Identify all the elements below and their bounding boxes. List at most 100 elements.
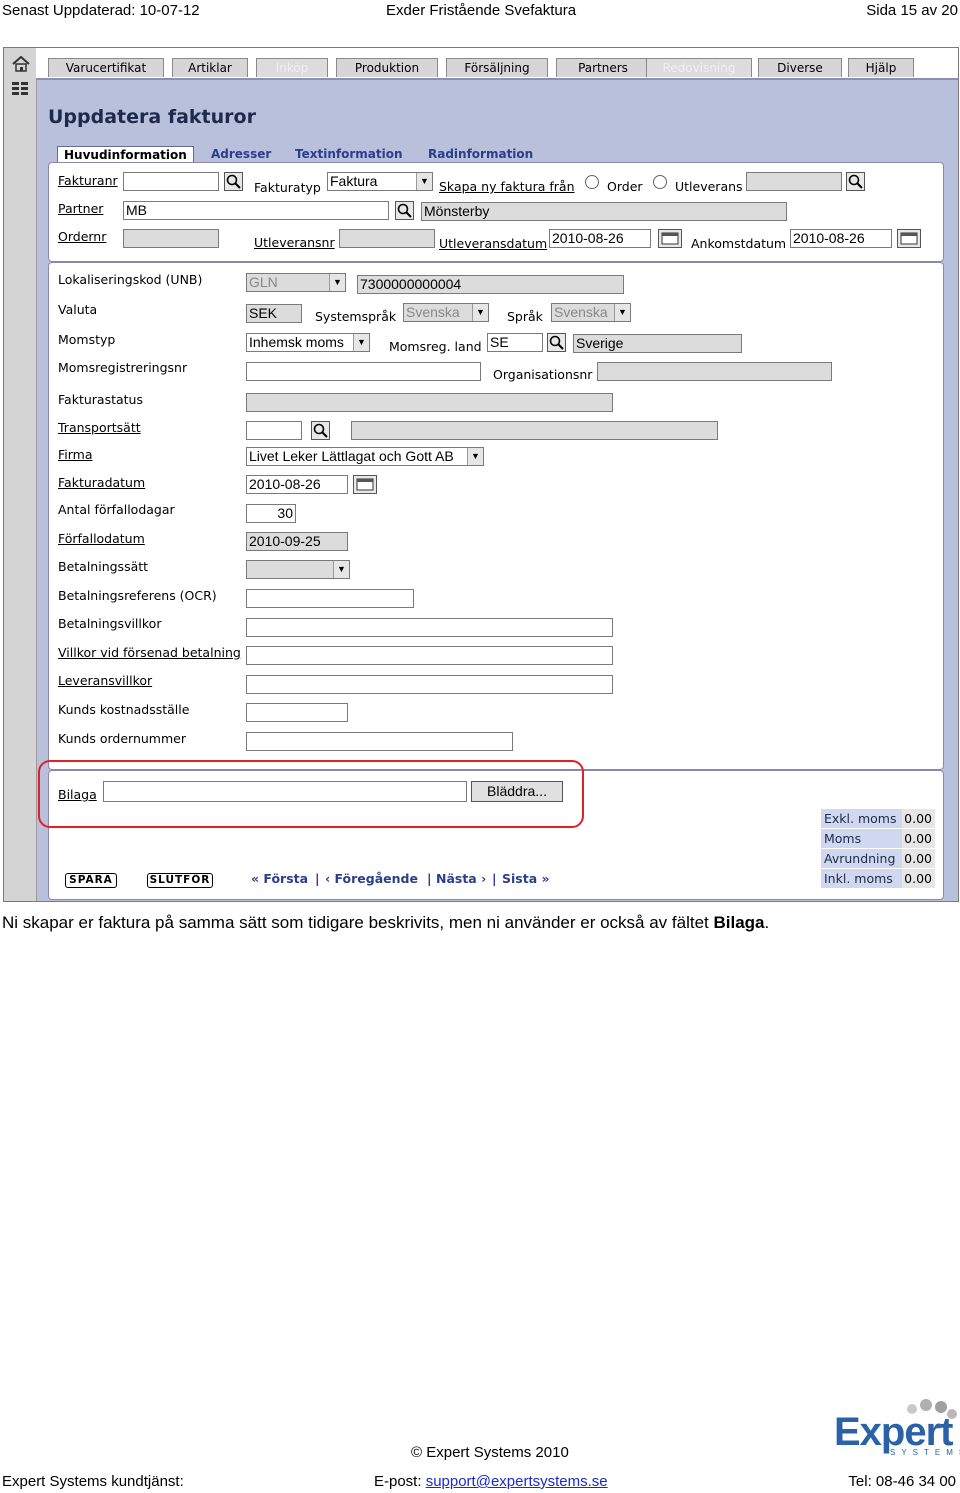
pager-prev[interactable]: ‹ Föregående (325, 871, 418, 886)
ankomstdatum-input[interactable]: 2010-08-26 (790, 229, 892, 248)
systemsprak-value: Svenska (406, 304, 460, 320)
label-systemsprak: Systemspråk (315, 309, 397, 324)
calendar-icon[interactable] (658, 229, 682, 248)
label-antal-forfallodagar: Antal förfallodagar (58, 502, 175, 517)
label-ankomstdatum: Ankomstdatum (691, 236, 787, 251)
page-header-center: Exder Fristående Svefaktura (386, 2, 577, 19)
email-label: E-post: (374, 1473, 426, 1490)
tab-radinformation[interactable]: Radinformation (422, 146, 539, 162)
nav-diverse[interactable]: Diverse (758, 58, 842, 77)
partner-input[interactable]: MB (123, 201, 389, 220)
betalningssatt-select: ▼ (246, 560, 350, 579)
label-order: Order (607, 179, 643, 194)
caption-text: Ni skapar er faktura på samma sätt som t… (2, 913, 714, 932)
transportsatt-name (351, 421, 718, 440)
nav-forsaljning[interactable]: Försäljning (446, 58, 548, 77)
utleveransdatum-input[interactable]: 2010-08-26 (549, 229, 651, 248)
search-icon[interactable] (547, 333, 566, 352)
momsreg-land-input[interactable]: SE (487, 333, 543, 352)
leveransvillkor-input[interactable] (246, 675, 613, 694)
fakturastatus-field (246, 393, 613, 412)
nav-varucertifikat[interactable]: Varucertifikat (48, 58, 164, 77)
fakturatyp-select[interactable]: Faktura ▼ (327, 172, 433, 191)
support-label: Expert Systems kundtjänst: (2, 1473, 184, 1490)
radio-order[interactable] (585, 175, 599, 189)
home-icon[interactable] (12, 55, 30, 77)
label-betalningssatt: Betalningssätt (58, 559, 149, 574)
label-fakturatyp: Fakturatyp (254, 180, 321, 195)
label-momsregistreringsnr: Momsregistreringsnr (58, 360, 188, 375)
label-ordernr: Ordernr (58, 229, 107, 244)
firma-select[interactable]: Livet Leker Lättlagat och Gott AB ▼ (246, 447, 484, 466)
caption-bold: Bilaga (713, 913, 765, 932)
spara-button[interactable]: SPARA (65, 873, 117, 888)
transportsatt-input[interactable] (246, 421, 302, 440)
label-valuta: Valuta (58, 302, 98, 317)
pager-separator: | (427, 871, 432, 886)
bilaga-highlight (38, 760, 584, 828)
search-icon[interactable] (395, 201, 414, 220)
label-kunds-ordernummer: Kunds ordernummer (58, 731, 186, 746)
page-title: Uppdatera fakturor (48, 106, 256, 128)
search-icon[interactable] (311, 421, 330, 440)
pager-first[interactable]: « Första (251, 871, 308, 886)
label-fakturastatus: Fakturastatus (58, 392, 143, 407)
nav-produktion[interactable]: Produktion (336, 58, 438, 77)
chevron-down-icon: ▼ (416, 173, 432, 190)
tab-adresser[interactable]: Adresser (205, 146, 277, 162)
partner-name-field: Mönsterby (421, 202, 787, 221)
menu-icon[interactable] (12, 82, 28, 101)
pager-separator: | (492, 871, 497, 886)
email-link[interactable]: support@expertsystems.se (426, 1473, 608, 1490)
valuta-field: SEK (246, 304, 302, 323)
nav-artiklar[interactable]: Artiklar (172, 58, 248, 77)
summary-value: 0.00 (902, 809, 935, 828)
fakturanr-input[interactable] (123, 172, 219, 191)
momstyp-select[interactable]: Inhemsk moms ▼ (246, 333, 370, 352)
betalningsvillkor-input[interactable] (246, 618, 613, 637)
label-utleverans: Utleverans (675, 179, 743, 194)
chevron-down-icon: ▼ (472, 304, 488, 321)
fakturadatum-input[interactable]: 2010-08-26 (246, 475, 348, 494)
expert-systems-logo: Expert SYSTEMS (834, 1398, 960, 1458)
nav-hjalp[interactable]: Hjälp (848, 58, 914, 77)
left-toolbar (4, 48, 37, 901)
caption-end: . (764, 913, 770, 932)
search-icon[interactable] (846, 172, 865, 191)
momstyp-value: Inhemsk moms (249, 334, 344, 350)
label-utleveransnr: Utleveransnr (254, 235, 335, 250)
tab-huvudinformation[interactable]: Huvudinformation (57, 146, 194, 163)
label-sprak: Språk (507, 309, 543, 324)
momsreg-land-name: Sverige (573, 334, 742, 353)
calendar-icon[interactable] (353, 475, 377, 494)
search-icon[interactable] (224, 172, 243, 191)
summary-value: 0.00 (902, 849, 935, 868)
slutfor-button[interactable]: SLUTFÖR (147, 873, 213, 888)
header-panel: Fakturanr Fakturatyp Faktura ▼ Skapa ny f… (48, 162, 944, 262)
utleverans-input[interactable] (746, 172, 842, 191)
villkor-forsenad-input[interactable] (246, 646, 613, 665)
label-skapa-ny-faktura: Skapa ny faktura från (439, 179, 575, 194)
lokaliseringskod-code: 7300000000004 (357, 275, 624, 294)
summary-value: 0.00 (902, 869, 935, 888)
tab-textinformation[interactable]: Textinformation (289, 146, 408, 162)
page-header-right: Sida 15 av 20 (866, 2, 958, 19)
kunds-ordernummer-input[interactable] (246, 732, 513, 751)
pager-next[interactable]: Nästa › (436, 871, 486, 886)
radio-utleverans[interactable] (653, 175, 667, 189)
label-betalningsvillkor: Betalningsvillkor (58, 616, 162, 631)
calendar-icon[interactable] (897, 229, 921, 248)
firma-value: Livet Leker Lättlagat och Gott AB (249, 448, 454, 464)
logo-sub: SYSTEMS (890, 1448, 960, 1457)
email-line: E-post: support@expertsystems.se (374, 1473, 608, 1490)
top-navigation: Varucertifikat Artiklar Inköp Produktion… (36, 48, 958, 80)
forfallodagar-input[interactable]: 30 (246, 504, 296, 523)
momsregistreringsnr-input[interactable] (246, 362, 481, 381)
kostnadsstalle-input[interactable] (246, 703, 348, 722)
summary-label: Inkl. moms (821, 869, 902, 888)
nav-partners[interactable]: Partners (556, 58, 650, 77)
pager-last[interactable]: Sista » (502, 871, 550, 886)
label-partner: Partner (58, 201, 104, 216)
chevron-down-icon: ▼ (353, 334, 369, 351)
ocr-input[interactable] (246, 589, 414, 608)
